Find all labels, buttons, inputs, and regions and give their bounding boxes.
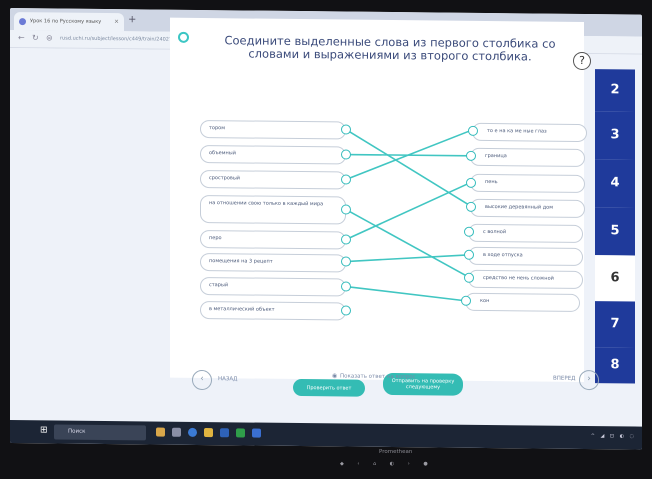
reload-icon[interactable]: ↻ [32,33,39,42]
left-item[interactable]: перо [200,229,346,250]
left-item-label: тором [209,125,225,132]
check-answer-button[interactable]: Проверить ответ [293,378,365,397]
left-item-label: сростровый [209,175,241,182]
question-nav-8[interactable]: 8 [595,347,635,384]
left-connector[interactable] [341,305,351,316]
right-connector[interactable] [461,295,471,306]
right-connector[interactable] [466,201,476,212]
logo-icon [178,31,189,43]
right-connector[interactable] [464,249,474,260]
left-item[interactable]: сростровый [200,169,346,190]
site-info-icon[interactable]: ⊜ [46,33,53,42]
tab-title: Урок 16 по Русскому языку [30,18,102,25]
back-button[interactable]: ‹ [192,369,212,391]
next-button[interactable]: › [579,369,599,391]
left-item[interactable]: тором [200,119,346,140]
back-label[interactable]: НАЗАД [218,376,237,382]
right-item-label: то е на ка ме ные глаз [487,127,547,135]
right-item-label: средство не нень сложной [483,274,554,282]
left-connector[interactable] [341,256,351,267]
right-connector[interactable] [466,150,476,161]
left-connector[interactable] [341,234,351,245]
left-item-label: на отношении свою только в каждый мира [209,200,324,208]
screen: Урок 16 по Русскому языку × + ← ↻ ⊜ rusd… [10,8,642,450]
right-item[interactable]: кон [465,292,580,312]
left-item-label: объемный [209,150,236,157]
left-connector[interactable] [341,281,351,292]
right-item[interactable]: с волной [468,223,583,244]
question-nav-5[interactable]: 5 [595,207,635,256]
url-field[interactable]: rusd.uchi.ru/subject/lesson/c449/train/2… [60,36,177,43]
monitor-brand: Promethean [379,449,413,455]
edge-icon[interactable] [188,427,197,437]
taskbar-app-icon[interactable] [156,427,165,437]
left-item[interactable]: старый [200,276,346,297]
right-item[interactable]: граница [470,147,585,168]
right-item-label: с волной [483,228,507,236]
right-item-label: в ходе отпуска [483,251,523,259]
right-item[interactable]: в ходе отпуска [468,246,583,267]
left-connector[interactable] [341,124,351,135]
new-tab-button[interactable]: + [128,14,136,25]
next-label[interactable]: ВПЕРЕД [553,376,575,382]
left-connector[interactable] [341,149,351,160]
taskbar-search-label: Поиск [68,428,86,435]
left-item[interactable]: на отношении свою только в каждый мира [200,194,346,225]
left-item-label: в металлический объект [209,306,275,313]
right-item[interactable]: высокие деревянный дом [470,198,585,219]
taskbar-search[interactable]: Поиск [54,424,146,441]
left-item[interactable]: помещения на 3 рецепт [200,252,346,273]
right-connector[interactable] [464,272,474,283]
right-connector[interactable] [466,177,476,188]
eye-icon: ◉ [332,372,338,380]
tab-close-icon[interactable]: × [114,18,119,25]
show-answer-link[interactable]: Показать ответ на вопрос [340,373,416,380]
system-tray[interactable]: ^ ◢ ⊡ ◐ ◌ [591,433,636,439]
question-nav-6[interactable]: 6 [595,255,635,302]
folder-icon[interactable] [204,428,213,438]
taskbar-app-icon[interactable] [252,428,261,438]
left-connector[interactable] [341,174,351,185]
right-item[interactable]: средство не нень сложной [468,269,583,290]
monitor-controls[interactable]: ◆ ‹ ⌂ ◐ › ● [340,461,434,467]
question-nav-3[interactable]: 3 [595,111,635,160]
question-nav-7[interactable]: 7 [595,301,635,348]
check-answer-label: Проверить ответ [306,384,352,392]
right-connector[interactable] [464,226,474,237]
monitor-frame: Урок 16 по Русскому языку × + ← ↻ ⊜ rusd… [0,0,652,479]
question-nav-2[interactable]: 2 [595,69,635,112]
right-connector[interactable] [468,125,478,136]
windows-start-icon[interactable]: ⊞ [40,425,48,435]
chrome-icon[interactable] [236,428,245,438]
left-item-label: помещения на 3 рецепт [209,258,273,265]
question-title: Соедините выделенные слова из первого ст… [224,33,556,64]
right-item[interactable]: пень [470,173,585,194]
help-button[interactable]: ? [573,51,591,71]
taskbar-app-icon[interactable] [172,427,181,437]
right-item-label: граница [485,152,507,160]
right-item-label: кон [480,297,490,305]
right-item-label: пень [485,178,498,186]
left-item[interactable]: объемный [200,144,346,165]
left-item-label: перо [209,235,222,242]
browser-tab[interactable]: Урок 16 по Русскому языку × [14,12,124,32]
tab-favicon-icon [19,18,26,26]
left-item[interactable]: в металлический объект [200,300,346,321]
question-nav-4[interactable]: 4 [595,159,635,208]
taskbar-app-icon[interactable] [220,428,229,438]
back-arrow-icon[interactable]: ← [18,33,25,42]
right-item-label: высокие деревянный дом [485,203,553,211]
left-connector[interactable] [341,204,351,215]
right-item[interactable]: то е на ка ме ные глаз [472,122,587,143]
left-item-label: старый [209,282,229,289]
